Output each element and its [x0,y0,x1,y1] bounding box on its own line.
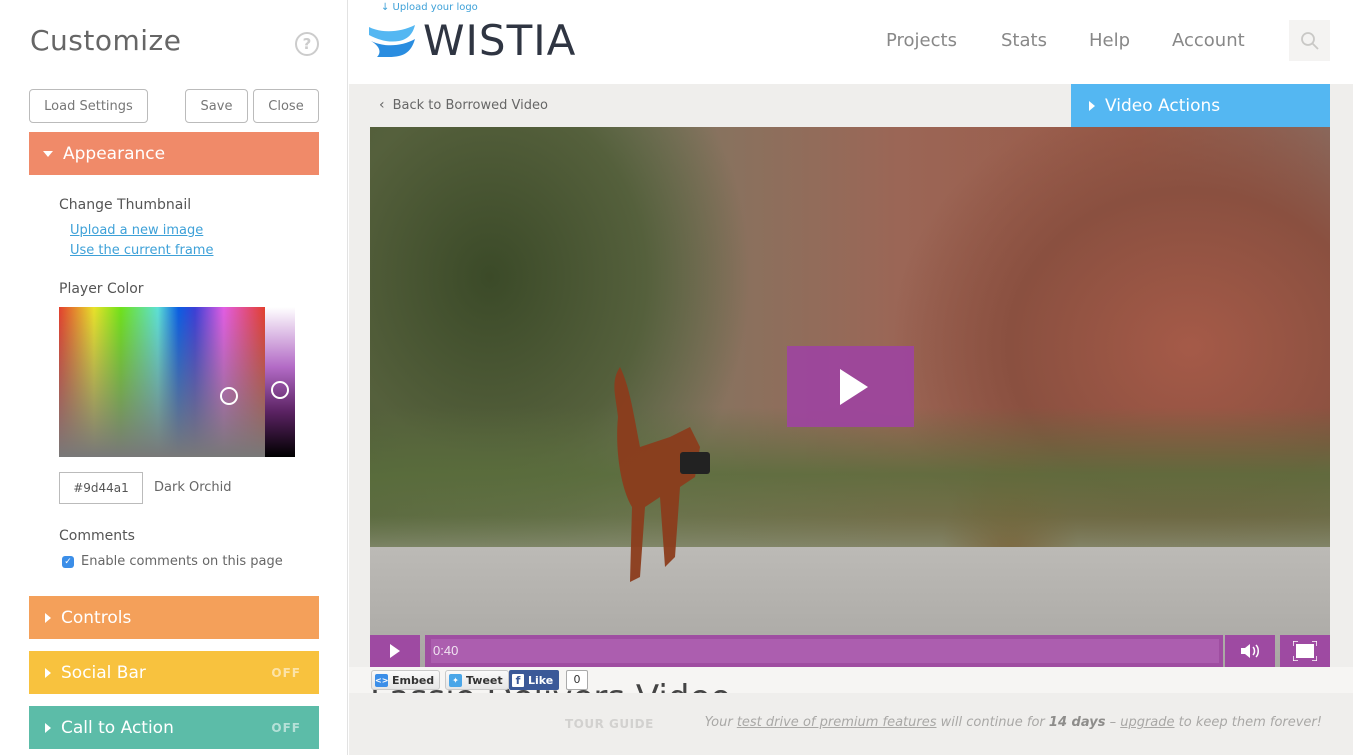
like-count: 0 [566,670,588,690]
section-social-bar-header[interactable]: Social Bar OFF [29,651,319,694]
nav-account[interactable]: Account [1172,30,1245,51]
like-label: Like [528,673,554,687]
save-button[interactable]: Save [185,89,248,123]
fullscreen-icon [1293,641,1317,661]
color-saturation-field[interactable] [59,307,265,457]
triangle-right-icon [45,667,51,678]
change-thumbnail-label: Change Thumbnail [59,197,192,213]
current-time: 0:40 [433,643,459,658]
video-actions-label: Video Actions [1105,95,1221,116]
scrubber-track [431,639,1219,663]
section-label: Appearance [63,143,166,164]
facebook-icon: f [512,673,524,687]
play-button[interactable] [370,635,420,667]
section-status-badge: OFF [271,720,301,735]
triangle-right-icon [45,612,51,623]
triangle-down-icon [43,150,53,157]
trial-text: to keep them forever! [1174,715,1322,730]
trial-message: Your test drive of premium features will… [705,715,1322,730]
playback-scrubber[interactable]: 0:40 [425,635,1223,667]
tweet-button[interactable]: ✦ Tweet [445,670,509,690]
section-appearance-header[interactable]: Appearance [29,132,319,175]
nav-projects[interactable]: Projects [886,30,957,51]
enable-comments-label[interactable]: Enable comments on this page [81,554,283,569]
premium-features-link[interactable]: test drive of premium features [737,715,937,730]
tweet-label: Tweet [466,673,503,687]
play-icon [390,644,400,658]
section-label: Social Bar [61,662,146,683]
comments-label: Comments [59,528,135,544]
triangle-right-icon [1089,100,1095,111]
load-settings-button[interactable]: Load Settings [29,89,148,123]
video-frame-grass [370,407,1330,557]
color-shade-slider[interactable] [265,307,295,457]
wistia-flag-icon [369,25,415,57]
nav-help[interactable]: Help [1089,30,1130,51]
trial-text: Your [704,715,737,730]
color-name-label: Dark Orchid [154,480,232,495]
sidebar-title: Customize [30,24,182,57]
color-picker-handle[interactable] [220,387,238,405]
hex-color-input[interactable] [59,472,143,504]
section-status-badge: OFF [271,665,301,680]
tour-guide-link[interactable]: TOUR GUIDE [565,717,654,731]
customize-sidebar: Customize ? Load Settings Save Close App… [0,0,348,755]
trial-days: 14 days [1048,715,1106,730]
video-player[interactable] [370,127,1330,667]
upgrade-link[interactable]: upgrade [1120,715,1174,730]
embed-button[interactable]: <> Embed [371,670,441,690]
close-button[interactable]: Close [253,89,319,123]
nav-stats[interactable]: Stats [1001,30,1047,51]
fullscreen-button[interactable] [1280,635,1330,667]
volume-button[interactable] [1225,635,1275,667]
upload-new-image-link[interactable]: Upload a new image [70,223,203,238]
search-icon [1300,31,1319,50]
section-label: Controls [61,607,132,628]
search-button[interactable] [1289,20,1330,61]
section-call-to-action-header[interactable]: Call to Action OFF [29,706,319,749]
embed-code-icon: <> [375,673,389,687]
twitter-bird-icon: ✦ [449,673,462,687]
back-link-label: Back to Borrowed Video [392,97,548,113]
use-current-frame-link[interactable]: Use the current frame [70,243,213,258]
enable-comments-checkbox[interactable]: ✓ [62,556,74,568]
section-controls-header[interactable]: Controls [29,596,319,639]
embed-label: Embed [392,673,435,687]
upload-logo-link[interactable]: ↓ Upload your logo [381,2,478,13]
section-label: Call to Action [61,717,174,738]
video-control-bar: 0:40 [370,635,1330,667]
big-play-button[interactable] [787,346,914,427]
shade-slider-handle[interactable] [271,381,289,399]
video-actions-button[interactable]: Video Actions [1071,84,1330,127]
triangle-right-icon [45,722,51,733]
trial-text: – [1105,715,1121,730]
wistia-logo[interactable]: WISTIA [369,20,576,62]
trial-text: will continue for [936,715,1049,730]
question-circle-icon[interactable]: ? [295,32,319,56]
facebook-like-button[interactable]: f Like [509,670,560,690]
logo-text: WISTIA [423,16,577,65]
chevron-left-icon: ‹ [379,97,385,113]
volume-icon [1241,644,1259,658]
back-to-project-link[interactable]: ‹ Back to Borrowed Video [379,97,548,113]
play-icon [839,368,868,405]
player-color-label: Player Color [59,281,144,297]
video-frame-dog [614,367,710,582]
